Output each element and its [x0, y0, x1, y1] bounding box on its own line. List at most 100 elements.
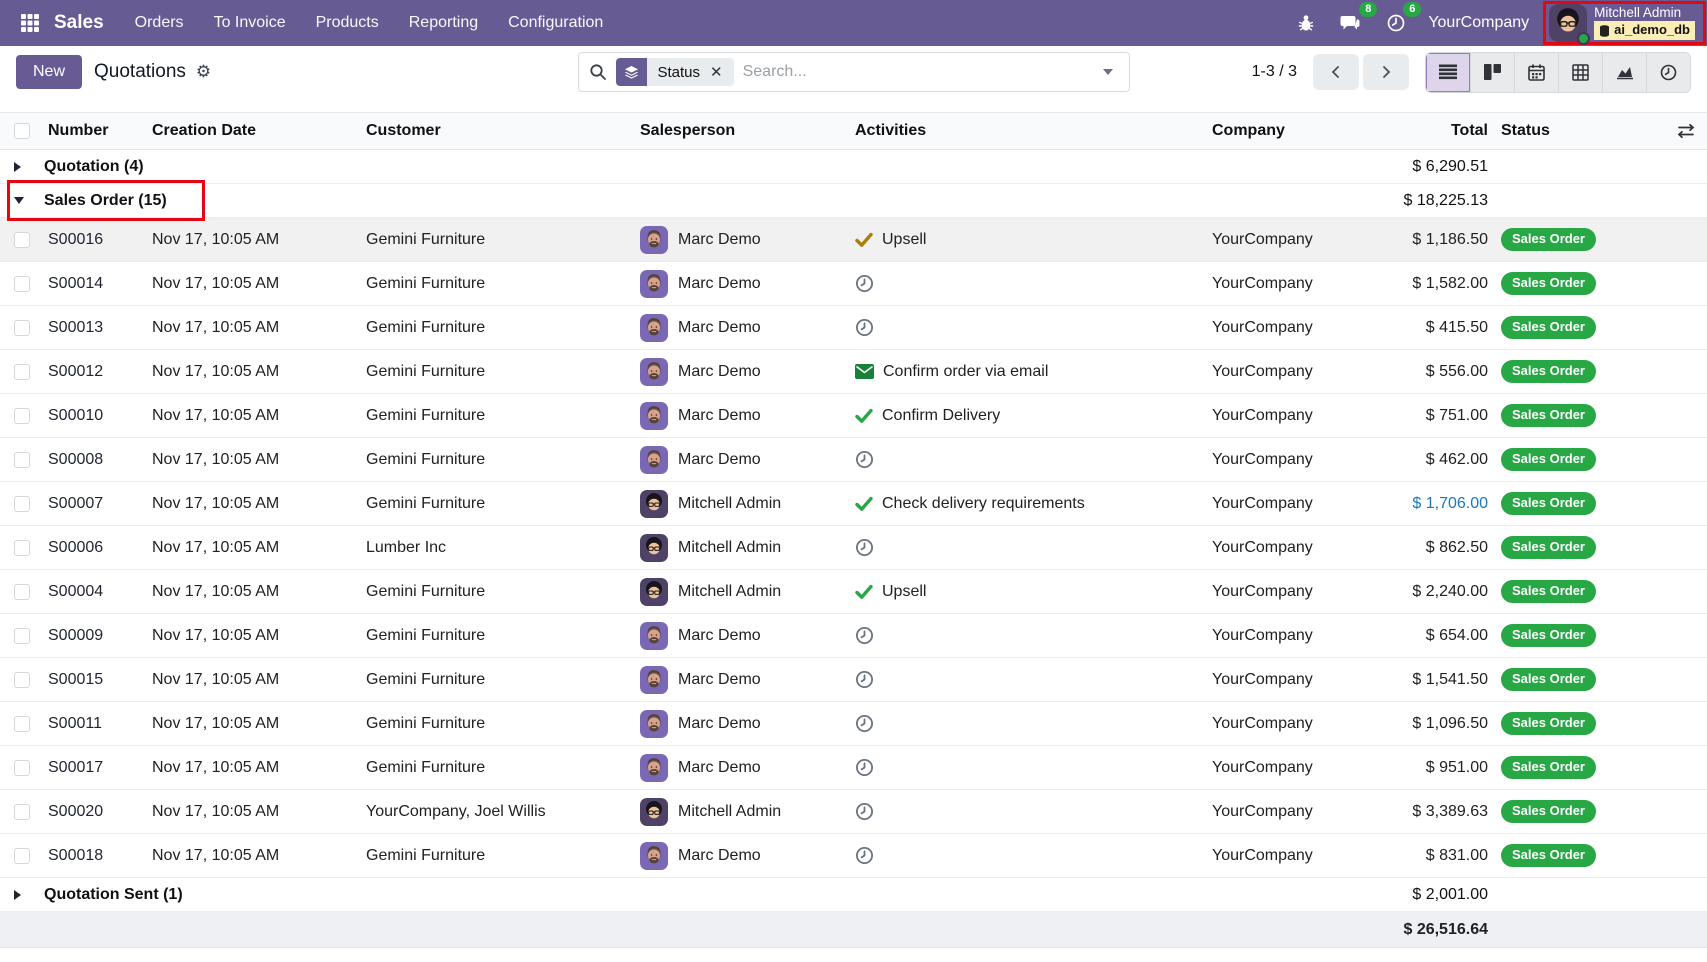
cell-status[interactable]: Sales Order [1488, 536, 1624, 558]
cell-status[interactable]: Sales Order [1488, 668, 1624, 690]
cell-creation-date[interactable]: Nov 17, 10:05 AM [148, 407, 362, 425]
cell-company[interactable]: YourCompany [1208, 715, 1401, 733]
cell-company[interactable]: YourCompany [1208, 539, 1401, 557]
search-facet-status[interactable]: Status ✕ [616, 58, 734, 86]
cell-status[interactable]: Sales Order [1488, 404, 1624, 426]
cell-activities[interactable]: Confirm order via email [851, 363, 1208, 381]
cell-creation-date[interactable]: Nov 17, 10:05 AM [148, 627, 362, 645]
cell-number[interactable]: S00010 [44, 407, 148, 425]
pager-next-button[interactable] [1363, 54, 1409, 90]
apps-menu-button[interactable] [10, 7, 50, 39]
pager-previous-button[interactable] [1313, 54, 1359, 90]
cell-number[interactable]: S00015 [44, 671, 148, 689]
activity-check-icon[interactable] [855, 584, 873, 600]
cell-number[interactable]: S00004 [44, 583, 148, 601]
messages-button[interactable]: 8 [1334, 9, 1368, 37]
cell-number[interactable]: S00009 [44, 627, 148, 645]
column-header-activities[interactable]: Activities [851, 122, 1208, 140]
cell-total[interactable]: $ 462.00 [1401, 451, 1488, 469]
cell-salesperson[interactable]: Marc Demo [636, 622, 851, 650]
cell-status[interactable]: Sales Order [1488, 448, 1624, 470]
cell-creation-date[interactable]: Nov 17, 10:05 AM [148, 539, 362, 557]
cell-company[interactable]: YourCompany [1208, 231, 1401, 249]
new-button[interactable]: New [16, 55, 82, 89]
cell-status[interactable]: Sales Order [1488, 844, 1624, 866]
row-checkbox[interactable] [14, 760, 30, 776]
cell-company[interactable]: YourCompany [1208, 495, 1401, 513]
group-row[interactable]: Quotation (4)$ 6,290.51 [0, 150, 1707, 184]
row-checkbox[interactable] [14, 452, 30, 468]
row-checkbox[interactable] [14, 408, 30, 424]
cell-customer[interactable]: Gemini Furniture [362, 407, 636, 425]
cell-number[interactable]: S00014 [44, 275, 148, 293]
cell-company[interactable]: YourCompany [1208, 583, 1401, 601]
table-row[interactable]: S00018Nov 17, 10:05 AMGemini FurnitureMa… [0, 834, 1707, 878]
group-row[interactable]: Quotation Sent (1)$ 2,001.00 [0, 878, 1707, 912]
cell-customer[interactable]: Gemini Furniture [362, 583, 636, 601]
cell-total[interactable]: $ 556.00 [1401, 363, 1488, 381]
optional-columns-icon[interactable] [1677, 123, 1695, 139]
cell-salesperson[interactable]: Mitchell Admin [636, 534, 851, 562]
cell-customer[interactable]: Lumber Inc [362, 539, 636, 557]
cell-activities[interactable]: Check delivery requirements [851, 495, 1208, 513]
cell-total[interactable]: $ 862.50 [1401, 539, 1488, 557]
cell-number[interactable]: S00006 [44, 539, 148, 557]
cell-creation-date[interactable]: Nov 17, 10:05 AM [148, 495, 362, 513]
cell-salesperson[interactable]: Marc Demo [636, 270, 851, 298]
group-label-cell[interactable]: Quotation (4) [44, 158, 1401, 176]
cell-salesperson[interactable]: Marc Demo [636, 402, 851, 430]
search-input[interactable]: Search... [743, 63, 1088, 81]
cell-customer[interactable]: Gemini Furniture [362, 847, 636, 865]
cell-creation-date[interactable]: Nov 17, 10:05 AM [148, 363, 362, 381]
column-header-salesperson[interactable]: Salesperson [636, 122, 851, 140]
cell-total[interactable]: $ 1,706.00 [1401, 495, 1488, 513]
cell-activities[interactable] [851, 538, 1208, 557]
cell-activities[interactable] [851, 318, 1208, 337]
select-all-checkbox[interactable] [14, 123, 30, 139]
table-row[interactable]: S00004Nov 17, 10:05 AMGemini FurnitureMi… [0, 570, 1707, 614]
row-checkbox[interactable] [14, 672, 30, 688]
cell-salesperson[interactable]: Marc Demo [636, 314, 851, 342]
cell-creation-date[interactable]: Nov 17, 10:05 AM [148, 847, 362, 865]
cell-status[interactable]: Sales Order [1488, 624, 1624, 646]
view-switcher-graph[interactable] [1602, 53, 1646, 92]
search-bar[interactable]: Status ✕ Search... [578, 52, 1130, 92]
cell-creation-date[interactable]: Nov 17, 10:05 AM [148, 803, 362, 821]
cell-status[interactable]: Sales Order [1488, 800, 1624, 822]
column-header-total[interactable]: Total [1401, 122, 1488, 140]
cell-status[interactable]: Sales Order [1488, 228, 1624, 250]
cell-number[interactable]: S00011 [44, 715, 148, 733]
cell-company[interactable]: YourCompany [1208, 759, 1401, 777]
cell-salesperson[interactable]: Marc Demo [636, 754, 851, 782]
cell-number[interactable]: S00018 [44, 847, 148, 865]
cell-status[interactable]: Sales Order [1488, 580, 1624, 602]
search-dropdown-toggle[interactable] [1097, 63, 1119, 81]
table-row[interactable]: S00010Nov 17, 10:05 AMGemini FurnitureMa… [0, 394, 1707, 438]
table-row[interactable]: S00013Nov 17, 10:05 AMGemini FurnitureMa… [0, 306, 1707, 350]
cell-activities[interactable] [851, 274, 1208, 293]
cell-activities[interactable]: Upsell [851, 231, 1208, 249]
view-switcher-list[interactable] [1426, 53, 1470, 92]
cell-status[interactable]: Sales Order [1488, 492, 1624, 514]
activity-clock-icon[interactable] [855, 714, 874, 733]
column-header-creation-date[interactable]: Creation Date [148, 122, 362, 140]
row-checkbox[interactable] [14, 716, 30, 732]
cell-activities[interactable] [851, 758, 1208, 777]
row-checkbox[interactable] [14, 848, 30, 864]
cell-customer[interactable]: Gemini Furniture [362, 671, 636, 689]
activity-clock-icon[interactable] [855, 802, 874, 821]
cell-customer[interactable]: Gemini Furniture [362, 451, 636, 469]
cell-customer[interactable]: Gemini Furniture [362, 231, 636, 249]
activity-email-icon[interactable] [855, 364, 874, 379]
cell-company[interactable]: YourCompany [1208, 803, 1401, 821]
cell-salesperson[interactable]: Marc Demo [636, 710, 851, 738]
cell-creation-date[interactable]: Nov 17, 10:05 AM [148, 451, 362, 469]
table-row[interactable]: S00011Nov 17, 10:05 AMGemini FurnitureMa… [0, 702, 1707, 746]
cell-number[interactable]: S00007 [44, 495, 148, 513]
cell-activities[interactable]: Upsell [851, 583, 1208, 601]
cell-activities[interactable] [851, 714, 1208, 733]
activity-clock-icon[interactable] [855, 670, 874, 689]
cell-activities[interactable] [851, 626, 1208, 645]
activity-clock-icon[interactable] [855, 538, 874, 557]
debug-button[interactable] [1290, 9, 1322, 37]
